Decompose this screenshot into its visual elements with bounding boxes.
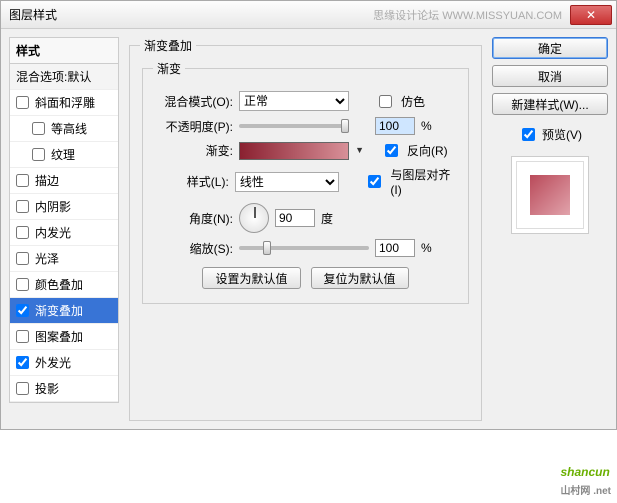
group-title: 渐变叠加 (140, 37, 196, 54)
dialog-title: 图层样式 (9, 6, 373, 23)
opacity-row: 不透明度(P): % (153, 117, 458, 135)
angle-label: 角度(N): (153, 210, 233, 227)
angle-dial[interactable] (239, 203, 269, 233)
default-buttons-row: 设置为默认值 复位为默认值 (153, 267, 458, 289)
style-item-label: 光泽 (35, 250, 59, 267)
dither-checkbox[interactable] (379, 95, 392, 108)
styles-panel: 样式 混合选项:默认 斜面和浮雕等高线纹理描边内阴影内发光光泽颜色叠加渐变叠加图… (9, 37, 119, 421)
style-item[interactable]: 外发光 (10, 350, 118, 376)
percent-sign: % (421, 119, 432, 133)
gradient-swatch[interactable] (239, 142, 349, 160)
angle-row: 角度(N): 度 (153, 203, 458, 233)
angle-unit: 度 (321, 210, 333, 227)
style-item[interactable]: 投影 (10, 376, 118, 402)
style-item[interactable]: 光泽 (10, 246, 118, 272)
percent-sign-2: % (421, 241, 432, 255)
gradient-row: 渐变: 反向(R) (153, 141, 458, 160)
style-checkbox[interactable] (16, 278, 29, 291)
scale-label: 缩放(S): (153, 240, 233, 257)
style-item-label: 渐变叠加 (35, 302, 83, 319)
style-item-label: 斜面和浮雕 (35, 94, 95, 111)
dialog-body: 样式 混合选项:默认 斜面和浮雕等高线纹理描边内阴影内发光光泽颜色叠加渐变叠加图… (1, 29, 616, 429)
style-checkbox[interactable] (16, 304, 29, 317)
preview-swatch (530, 175, 570, 215)
opacity-slider[interactable] (239, 124, 349, 128)
scale-input[interactable] (375, 239, 415, 257)
style-checkbox[interactable] (16, 96, 29, 109)
style-item[interactable]: 颜色叠加 (10, 272, 118, 298)
opacity-input[interactable] (375, 117, 415, 135)
style-item-label: 颜色叠加 (35, 276, 83, 293)
style-checkbox[interactable] (16, 252, 29, 265)
reverse-label: 反向(R) (407, 142, 448, 159)
blend-mode-label: 混合模式(O): (153, 93, 233, 110)
action-panel: 确定 取消 新建样式(W)... 预览(V) (492, 37, 608, 421)
style-checkbox[interactable] (16, 226, 29, 239)
gradient-label: 渐变: (153, 142, 233, 159)
new-style-button[interactable]: 新建样式(W)... (492, 93, 608, 115)
reset-default-button[interactable]: 复位为默认值 (311, 267, 409, 289)
scale-row: 缩放(S): % (153, 239, 458, 257)
style-item-label: 投影 (35, 380, 59, 397)
layer-style-dialog: 图层样式 思缘设计论坛 WWW.MISSYUAN.COM ✕ 样式 混合选项:默… (0, 0, 617, 430)
style-item[interactable]: 图案叠加 (10, 324, 118, 350)
inner-title: 渐变 (153, 60, 185, 77)
preview-checkbox[interactable] (522, 128, 535, 141)
angle-input[interactable] (275, 209, 315, 227)
style-item[interactable]: 渐变叠加 (10, 298, 118, 324)
style-item[interactable]: 内阴影 (10, 194, 118, 220)
style-item[interactable]: 等高线 (10, 116, 118, 142)
reverse-checkbox[interactable] (385, 144, 398, 157)
scale-slider[interactable] (239, 246, 369, 250)
align-checkbox[interactable] (368, 175, 381, 188)
dither-label: 仿色 (401, 93, 425, 110)
cancel-button[interactable]: 取消 (492, 65, 608, 87)
style-item-label: 图案叠加 (35, 328, 83, 345)
watermark-logo: shancun 山村网 .net (560, 456, 611, 497)
blend-mode-select[interactable]: 正常 (239, 91, 349, 111)
blend-mode-row: 混合模式(O): 正常 仿色 (153, 91, 458, 111)
opacity-label: 不透明度(P): (153, 118, 233, 135)
style-checkbox[interactable] (16, 356, 29, 369)
preview-toggle: 预览(V) (492, 125, 608, 144)
style-checkbox[interactable] (32, 122, 45, 135)
align-label: 与图层对齐(I) (390, 166, 458, 197)
close-icon: ✕ (586, 8, 596, 22)
style-item[interactable]: 纹理 (10, 142, 118, 168)
style-item[interactable]: 斜面和浮雕 (10, 90, 118, 116)
watermark-text: 思缘设计论坛 WWW.MISSYUAN.COM (373, 7, 562, 23)
blending-options[interactable]: 混合选项:默认 (10, 64, 118, 90)
style-checkbox[interactable] (16, 330, 29, 343)
styles-list: 混合选项:默认 斜面和浮雕等高线纹理描边内阴影内发光光泽颜色叠加渐变叠加图案叠加… (9, 63, 119, 403)
gradient-group: 渐变 混合模式(O): 正常 仿色 不透明度(P): % (142, 60, 469, 304)
settings-panel: 渐变叠加 渐变 混合模式(O): 正常 仿色 不透明度(P): (127, 37, 484, 421)
style-checkbox[interactable] (16, 200, 29, 213)
style-label: 样式(L): (153, 173, 229, 190)
ok-button[interactable]: 确定 (492, 37, 608, 59)
style-checkbox[interactable] (32, 148, 45, 161)
style-item-label: 描边 (35, 172, 59, 189)
styles-header: 样式 (9, 37, 119, 63)
preview-box (511, 156, 589, 234)
style-item[interactable]: 描边 (10, 168, 118, 194)
close-button[interactable]: ✕ (570, 5, 612, 25)
style-item[interactable]: 内发光 (10, 220, 118, 246)
style-checkbox[interactable] (16, 382, 29, 395)
titlebar: 图层样式 思缘设计论坛 WWW.MISSYUAN.COM ✕ (1, 1, 616, 29)
gradient-overlay-group: 渐变叠加 渐变 混合模式(O): 正常 仿色 不透明度(P): (129, 37, 482, 421)
style-checkbox[interactable] (16, 174, 29, 187)
style-item-label: 纹理 (51, 146, 75, 163)
style-item-label: 内发光 (35, 224, 71, 241)
style-item-label: 内阴影 (35, 198, 71, 215)
preview-label-text: 预览(V) (542, 126, 582, 143)
style-item-label: 等高线 (51, 120, 87, 137)
style-item-label: 外发光 (35, 354, 71, 371)
set-default-button[interactable]: 设置为默认值 (202, 267, 300, 289)
style-select[interactable]: 线性 (235, 172, 339, 192)
style-row: 样式(L): 线性 与图层对齐(I) (153, 166, 458, 197)
